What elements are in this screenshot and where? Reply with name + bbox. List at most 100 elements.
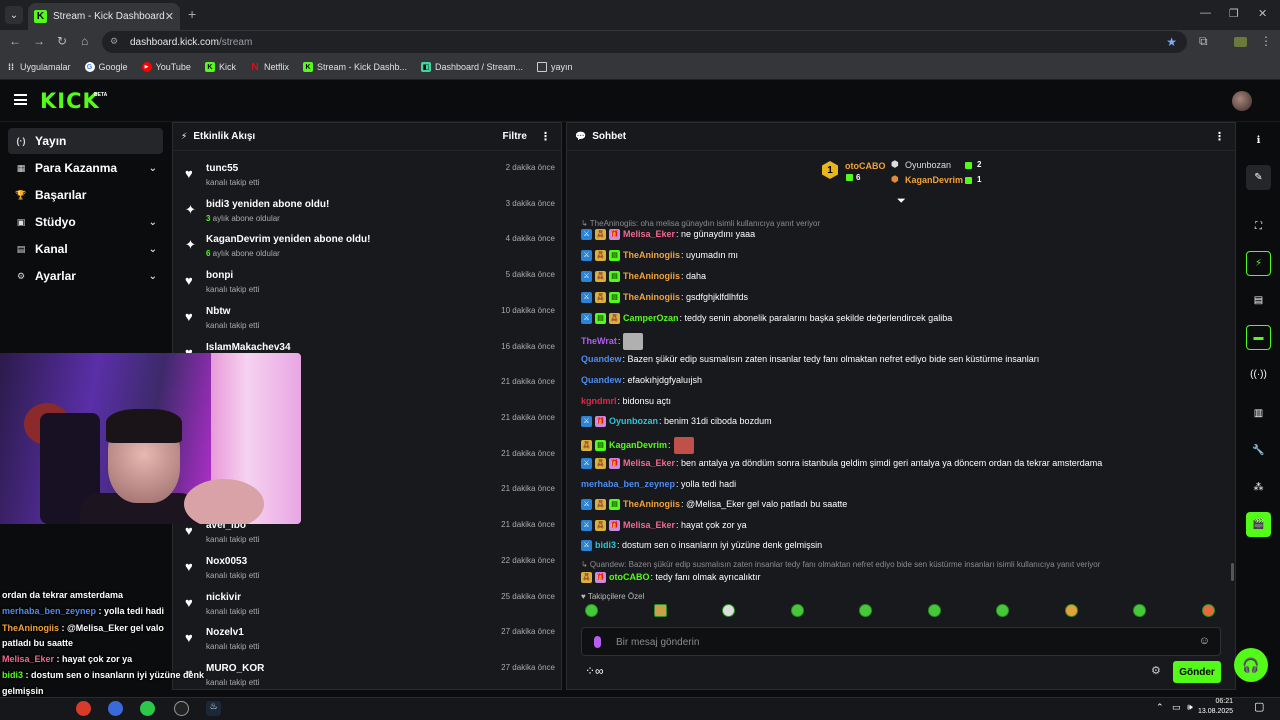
chat-username[interactable]: otoCABO xyxy=(609,572,650,582)
emote-icon[interactable] xyxy=(859,604,873,617)
chat-reply-reference[interactable]: ↳ Quandew: Bazen şükür edip susmalısın z… xyxy=(581,557,1100,571)
kick-logo[interactable]: KICK xyxy=(40,89,100,113)
home-icon[interactable]: ⌂ xyxy=(81,34,88,48)
sidebar-item-para-kazanma[interactable]: ▦ Para Kazanma ⌄ xyxy=(8,155,163,181)
emote-icon[interactable] xyxy=(790,604,804,617)
chat-message[interactable]: ⚔ 🧸 ▤ TheAninogiis: uyumadın mı xyxy=(581,248,738,262)
event-row[interactable]: ♥ Nox0053 kanalı takip etti 22 dakika önce xyxy=(183,552,555,586)
emote-icon[interactable] xyxy=(653,604,667,617)
sidebar-item-studyo[interactable]: ▣ Stüdyo ⌄ xyxy=(8,209,163,235)
more-options-icon[interactable]: ⋮ xyxy=(540,130,551,143)
chat-message[interactable]: ⚔ 🧸 ▤ TheAninogiis: @Melisa_Eker gel valo p… xyxy=(581,497,847,511)
chat-message[interactable]: Quandew: efaokıhjdgfyaluıjsh xyxy=(581,373,702,387)
points-infinity-icon[interactable]: ⁘∞ xyxy=(585,664,604,678)
chat-message[interactable]: ⚔ 🧸 🎁 Melisa_Eker: hayat çok zor ya xyxy=(581,518,747,532)
bookmark-dashboard-stream[interactable]: ◧ Dashboard / Stream... xyxy=(421,62,523,72)
event-row[interactable]: ♥ nickivir kanalı takip etti 25 dakika önce xyxy=(183,588,555,622)
chat-username[interactable]: Quandew xyxy=(581,354,622,364)
document-icon[interactable]: ▤ xyxy=(1246,288,1271,313)
emote-icon[interactable] xyxy=(1064,604,1078,617)
event-row[interactable]: ♥ tunc55 kanalı takip etti 2 dakika önce xyxy=(183,159,555,193)
browser-profile-icon[interactable] xyxy=(1234,37,1247,47)
chat-message[interactable]: ⚔ ▤ 🧸 CamperOzan: teddy senin abonelik para… xyxy=(581,311,952,325)
chat-username[interactable]: TheAninogiis xyxy=(623,271,680,281)
bookmark-star-icon[interactable]: ★ xyxy=(1166,35,1177,49)
extensions-icon[interactable]: ⧉ xyxy=(1199,34,1208,49)
maximize-icon[interactable]: ❐ xyxy=(1229,7,1239,20)
chat-message-input[interactable]: Bir mesaj gönderin ☺ xyxy=(581,627,1221,656)
chat-message[interactable]: 🧸 🎁 otoCABO: tedy fanı olmak ayrıcalıktır xyxy=(581,570,761,584)
bookmark-kick[interactable]: K Kick xyxy=(204,62,236,72)
tray-chevron-icon[interactable]: ⌃ xyxy=(1156,702,1164,713)
chat-scroll-control-icon[interactable]: ⏷ xyxy=(897,195,906,208)
chat-scrollbar[interactable] xyxy=(1231,563,1234,581)
chat-message[interactable]: ⚔ 🧸 ▤ TheAninogiis: daha xyxy=(581,269,706,283)
chat-message[interactable]: ⚔ 🎁 Oyunbozan: benim 31di ciboda bozdum xyxy=(581,414,772,428)
broadcast-signal-icon[interactable]: ((·)) xyxy=(1246,362,1271,387)
event-feed-lightning-icon[interactable]: ⚡ xyxy=(1246,251,1271,276)
close-window-icon[interactable]: ✕ xyxy=(1258,7,1267,20)
chat-message[interactable]: TheWrat: xyxy=(581,331,644,351)
obs-taskbar-icon[interactable] xyxy=(174,701,189,716)
send-button[interactable]: Gönder xyxy=(1173,661,1221,683)
chat-username[interactable]: TheAninogiis xyxy=(623,250,680,260)
leader-first-name[interactable]: otoCABO xyxy=(845,161,886,171)
bookmark-youtube[interactable]: ▶ YouTube xyxy=(141,62,191,72)
chat-toggle-icon[interactable]: ▬ xyxy=(1246,325,1271,350)
sidebar-item-ayarlar[interactable]: ⚙ Ayarlar ⌄ xyxy=(8,263,163,289)
clapper-icon[interactable]: 🎬 xyxy=(1246,512,1271,537)
info-icon[interactable]: ℹ xyxy=(1246,128,1271,153)
browser-menu-icon[interactable]: ⋮ xyxy=(1260,34,1272,48)
avatar[interactable] xyxy=(1232,91,1252,111)
chat-message[interactable]: ⚔ 🧸 🎁 Melisa_Eker: ben antalya ya döndüm so… xyxy=(581,456,1102,470)
leader-second-name[interactable]: Oyunbozan xyxy=(905,160,951,170)
app-taskbar-icon[interactable] xyxy=(108,701,123,716)
notification-icon[interactable]: ▢ xyxy=(1254,700,1264,713)
event-row[interactable]: ♥ Nozelv1 kanalı takip etti 27 dakika önce xyxy=(183,623,555,657)
menu-hamburger-icon[interactable] xyxy=(14,94,27,105)
bookmark-folder-yayin[interactable]: yayın xyxy=(537,62,573,72)
tab-close-icon[interactable]: ✕ xyxy=(165,10,174,23)
chat-username[interactable]: kgndmrl xyxy=(581,396,617,406)
event-row[interactable]: ♥ MURO_KOR kanalı takip etti 27 dakika önce xyxy=(183,659,555,693)
chat-username[interactable]: TheWrat xyxy=(581,336,617,346)
leader-third-name[interactable]: KaganDevrim xyxy=(905,175,963,185)
chat-username[interactable]: Quandew xyxy=(581,375,622,385)
chat-message[interactable]: merhaba_ben_zeynep: yolla tedi hadi xyxy=(581,477,736,491)
chat-username[interactable]: CamperOzan xyxy=(623,313,679,323)
chat-message[interactable]: Quandew: Bazen şükür edip susmalısın zat… xyxy=(581,352,1039,366)
back-icon[interactable]: ← xyxy=(9,34,21,48)
site-info-icon[interactable]: ⚙ xyxy=(110,36,122,48)
chat-username[interactable]: Melisa_Eker xyxy=(623,520,675,530)
taskbar-clock[interactable]: 06:21 13.08.2025 xyxy=(1198,697,1233,717)
new-tab-button[interactable]: + xyxy=(188,6,196,22)
event-row[interactable]: ♥ Nbtw kanalı takip etti 10 dakika önce xyxy=(183,302,555,336)
print-icon[interactable]: ▥ xyxy=(1246,401,1271,426)
event-row[interactable]: ✦ bidi3 yeniden abone oldu! 3 aylık abone … xyxy=(183,195,555,229)
event-row[interactable]: ✦ KaganDevrim yeniden abone oldu! 6 aylık … xyxy=(183,230,555,264)
emote-icon[interactable] xyxy=(722,604,736,617)
chrome-taskbar-icon[interactable] xyxy=(76,701,91,716)
sidebar-item-yayin[interactable]: (·) Yayın xyxy=(8,128,163,154)
emote-icon[interactable] xyxy=(1133,604,1147,617)
tab-search-icon[interactable]: ⌄ xyxy=(5,6,23,24)
chat-message[interactable]: kgndmrl: bidonsu açtı xyxy=(581,394,671,408)
emoji-picker-icon[interactable]: ☺ xyxy=(1199,635,1210,647)
bookmark-apps[interactable]: ⁞⁞ Uygulamalar xyxy=(6,62,71,72)
app-taskbar-icon[interactable] xyxy=(140,701,155,716)
volume-icon[interactable]: 🕪 xyxy=(1187,702,1193,713)
edit-pencil-icon[interactable]: ✎ xyxy=(1246,165,1271,190)
support-headset-icon[interactable]: 🎧 xyxy=(1234,648,1268,682)
sidebar-item-basarilar[interactable]: 🏆 Başarılar xyxy=(8,182,163,208)
bookmark-stream-dashboard[interactable]: K Stream - Kick Dashb... xyxy=(302,62,407,72)
microphone-icon[interactable] xyxy=(594,636,601,648)
browser-tab-active[interactable]: K Stream - Kick Dashboard ✕ xyxy=(28,3,180,30)
chat-username[interactable]: bidi3 xyxy=(595,540,616,550)
chat-username[interactable]: Melisa_Eker xyxy=(623,458,675,468)
chat-message[interactable]: ⚔ 🧸 🎁 Melisa_Eker: ne günaydını yaaa xyxy=(581,227,755,241)
chat-username[interactable]: Oyunbozan xyxy=(609,416,658,426)
network-icon[interactable]: ▭ xyxy=(1172,702,1181,713)
emote-icon[interactable] xyxy=(1201,604,1215,617)
chat-username[interactable]: Melisa_Eker xyxy=(623,229,675,239)
filter-button[interactable]: Filtre xyxy=(503,131,527,142)
